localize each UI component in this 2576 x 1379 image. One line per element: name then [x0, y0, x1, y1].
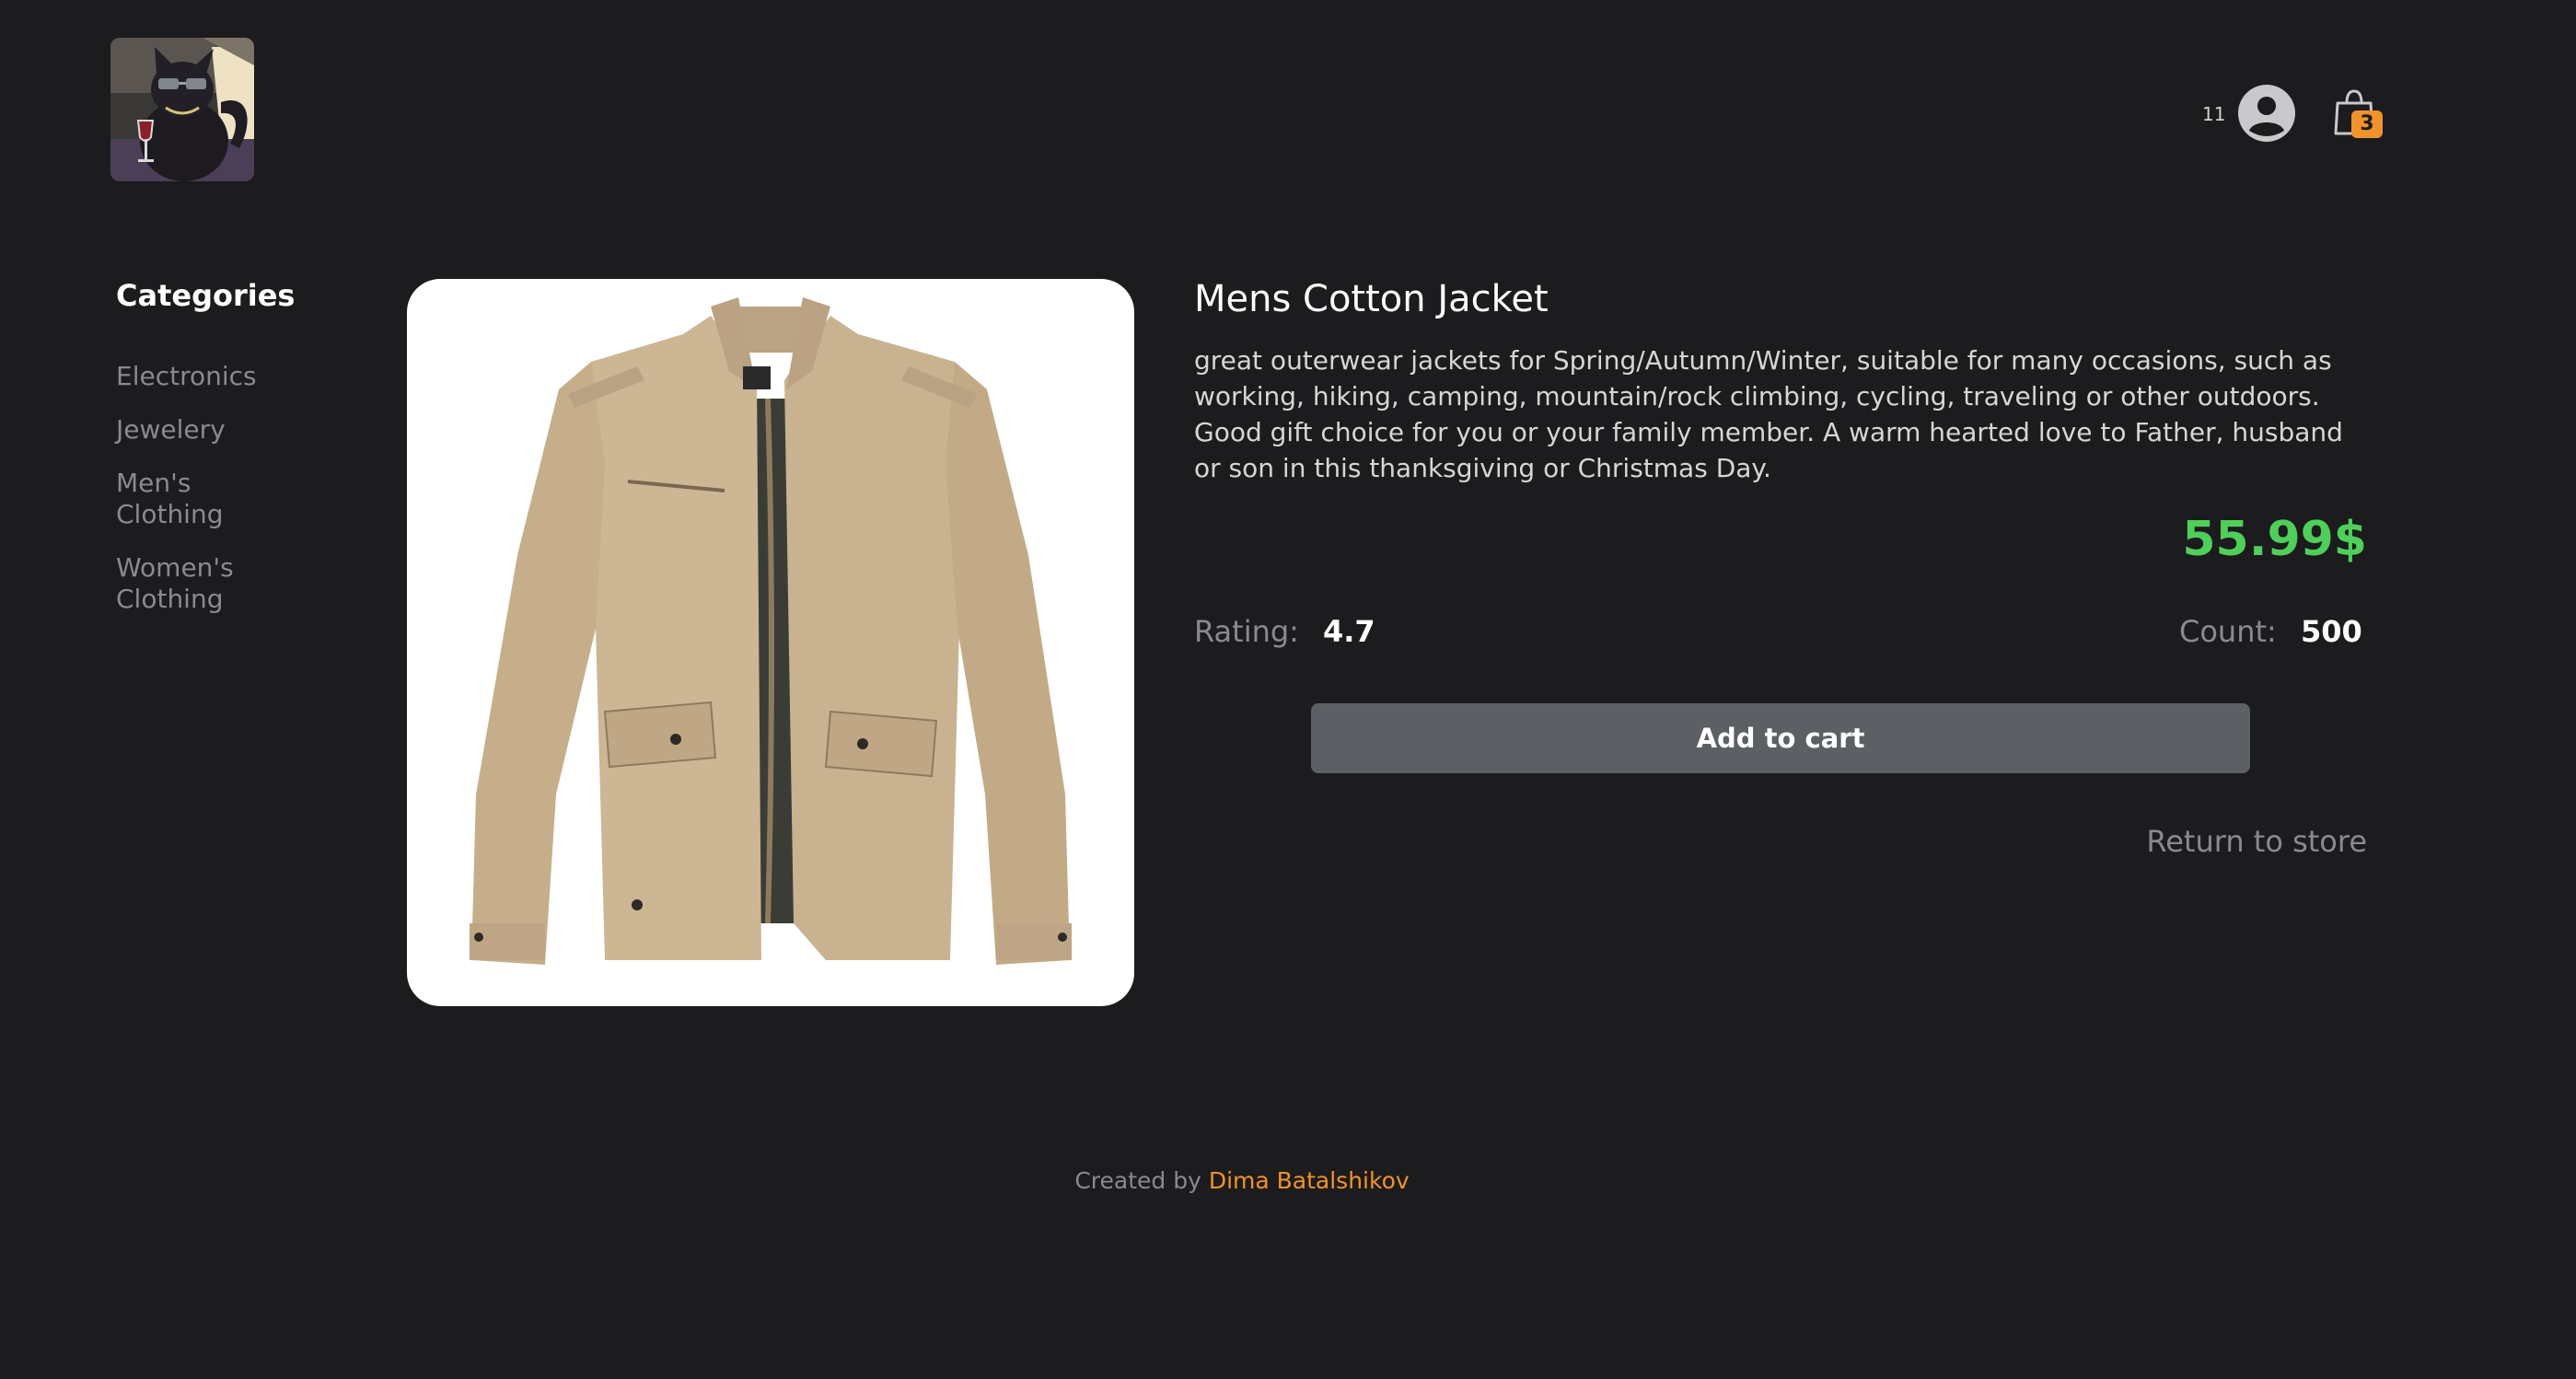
product-description: great outerwear jackets for Spring/Autum…: [1194, 345, 2343, 483]
count-label: Count:: [2179, 614, 2277, 649]
category-sidebar: Categories Electronics Jewelery Men's Cl…: [116, 278, 346, 637]
sidebar-item-mens-clothing[interactable]: Men's Clothing: [116, 468, 273, 530]
sidebar-item-womens-clothing[interactable]: Women's Clothing: [116, 552, 273, 615]
product-details: Mens Cotton Jacket great outerwear jacke…: [1194, 276, 2367, 859]
cat-with-wine-logo-icon: [110, 38, 254, 181]
add-to-cart-button[interactable]: Add to cart: [1311, 703, 2250, 773]
product-price: 55.99$: [2182, 512, 2367, 567]
footer-author-link[interactable]: Dima Batalshikov: [1209, 1167, 1410, 1194]
sidebar-title: Categories: [116, 278, 296, 313]
store-logo[interactable]: [110, 38, 254, 181]
footer-prefix: Created by: [1074, 1167, 1201, 1194]
product-image: [407, 279, 1134, 1006]
rating-value: 4.7: [1323, 614, 1375, 649]
sidebar-item-electronics[interactable]: Electronics: [116, 361, 273, 392]
count-value: 500: [2301, 614, 2362, 649]
sidebar-item-jewelery[interactable]: Jewelery: [116, 414, 273, 446]
rating-label: Rating:: [1194, 614, 1299, 649]
user-avatar-icon[interactable]: [2238, 85, 2295, 142]
jacket-product-image: [470, 297, 1072, 965]
cart-count-badge: 3: [2351, 110, 2383, 138]
product-title: Mens Cotton Jacket: [1194, 278, 1549, 320]
footer: Created by Dima Batalshikov: [0, 1167, 2484, 1194]
user-id: 11: [2202, 103, 2226, 125]
return-to-store-link[interactable]: Return to store: [2146, 823, 2367, 860]
